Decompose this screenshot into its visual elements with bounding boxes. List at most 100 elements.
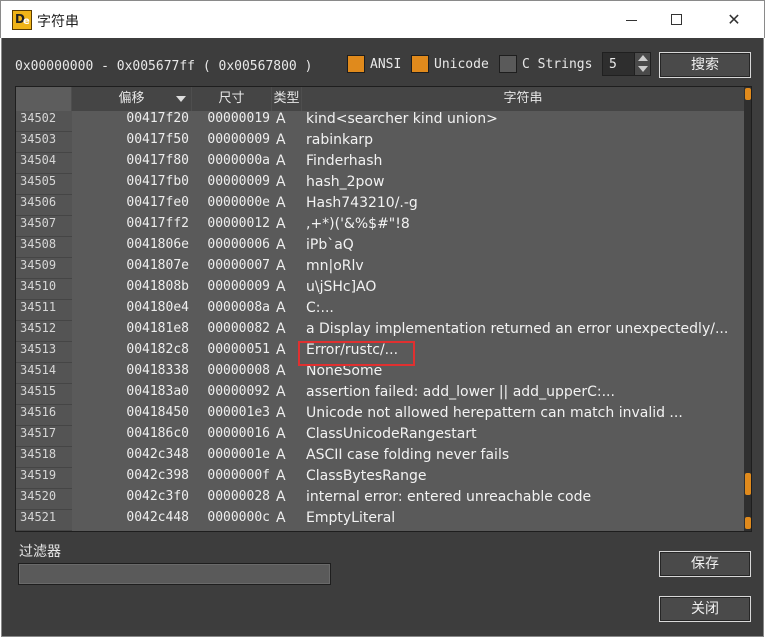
close-button[interactable]: 关闭 [659, 596, 751, 622]
minimize-button[interactable] [609, 1, 655, 39]
row-number-cell: 34518 [16, 447, 72, 468]
type-cell: A [276, 111, 286, 127]
offset-cell: 004183a0 [126, 384, 189, 399]
row-number-cell: 34512 [16, 321, 72, 342]
size-cell: 00000007 [207, 258, 270, 273]
row-number-cell: 34513 [16, 342, 72, 363]
table-row[interactable]: 34512 004181e8 00000082 Aa Display implemen… [16, 321, 744, 342]
header-string[interactable]: 字符串 [302, 87, 744, 111]
row-number-cell: 34521 [16, 510, 72, 531]
maximize-button[interactable] [655, 1, 701, 39]
offset-cell: 0042c398 [126, 468, 189, 483]
string-cell: ,+*)('&%$#"!8 [306, 216, 410, 232]
offset-cell: 00417fe0 [126, 195, 189, 210]
table-row[interactable]: 34518 0042c348 0000001e A ASCII case folding… [16, 447, 744, 468]
table-row[interactable]: 34511 004180e4 0000008a A C:... [16, 300, 744, 321]
offset-cell: 004186c0 [126, 426, 189, 441]
table-row[interactable]: 34515 004183a0 00000092 Aassertion failed: … [16, 384, 744, 405]
spin-down-icon[interactable] [638, 66, 648, 72]
size-cell: 0000000e [207, 195, 270, 210]
table-row[interactable]: 34514 00418338 00000008 A NoneSome [16, 363, 744, 384]
table-row[interactable]: 34508 0041806e 00000006 AiPb`aQ [16, 237, 744, 258]
row-number-cell: 34517 [16, 426, 72, 447]
scroll-down-icon[interactable] [745, 517, 751, 529]
string-cell: u\jSHc]AO [306, 279, 377, 295]
save-button[interactable]: 保存 [659, 551, 751, 577]
header-offset[interactable]: 偏移 [72, 87, 192, 111]
window-title: 字符串 [37, 14, 79, 30]
table-row[interactable]: 34521 0042c448 0000000c A EmptyLiteral [16, 510, 744, 531]
size-cell: 00000019 [207, 111, 270, 126]
table-row[interactable]: 34519 0042c398 0000000f A ClassBytesRange [16, 468, 744, 489]
size-cell: 00000008 [207, 363, 270, 378]
spin-arrows[interactable] [634, 53, 650, 75]
table-row[interactable]: 34507 00417ff2 00000012 A ,+*)('&%$#"!8 [16, 216, 744, 237]
table-row[interactable]: 34503 00417f50 00000009 Arabinkarp [16, 132, 744, 153]
close-icon: ✕ [727, 10, 741, 29]
row-number-cell: 34516 [16, 405, 72, 426]
size-cell: 00000028 [207, 489, 270, 504]
header-type[interactable]: 类型 [272, 87, 302, 111]
table-row[interactable]: 34520 0042c3f0 00000028 Ainternal error: en… [16, 489, 744, 510]
search-button[interactable]: 搜索 [659, 52, 751, 78]
row-number-cell: 34507 [16, 216, 72, 237]
header-size[interactable]: 尺寸 [192, 87, 272, 111]
string-cell: a Display implementation returned an err… [306, 321, 729, 337]
string-cell: NoneSome [306, 363, 383, 379]
table-row[interactable]: 34502 00417f20 00000019 Akind<searcher kind… [16, 111, 744, 132]
string-cell: iPb`aQ [306, 237, 354, 253]
vertical-scrollbar[interactable] [744, 87, 751, 531]
size-cell: 0000000f [207, 468, 270, 483]
offset-cell: 00417f20 [126, 111, 189, 126]
table-row[interactable]: 34509 0041807e 00000007 Amn|oRlv [16, 258, 744, 279]
size-cell: 00000012 [207, 216, 270, 231]
c-strings-label: C Strings [522, 57, 593, 72]
type-cell: A [276, 426, 286, 442]
header-row-number[interactable] [16, 87, 72, 111]
minimize-icon [626, 20, 637, 21]
type-cell: A [276, 489, 286, 505]
type-cell: A [276, 279, 286, 295]
size-cell: 00000092 [207, 384, 270, 399]
size-cell: 000001e3 [207, 405, 270, 420]
ansi-checkbox[interactable] [347, 55, 365, 73]
table-row[interactable]: 34505 00417fb0 00000009 Ahash_2pow [16, 174, 744, 195]
scroll-up-icon[interactable] [745, 88, 751, 100]
unicode-checkbox[interactable] [411, 55, 429, 73]
spin-up-icon[interactable] [638, 55, 648, 61]
table-row[interactable]: 34506 00417fe0 0000000e A Hash743210/.-g [16, 195, 744, 216]
filter-input[interactable] [18, 563, 331, 585]
type-cell: A [276, 216, 286, 232]
min-length-value[interactable]: 5 [609, 57, 617, 72]
type-cell: A [276, 153, 286, 169]
string-cell: ClassUnicodeRangestart [306, 426, 477, 442]
app-logo-icon: D e [12, 10, 32, 30]
type-cell: A [276, 321, 286, 337]
scroll-thumb[interactable] [745, 473, 751, 495]
size-cell: 00000009 [207, 132, 270, 147]
table-row[interactable]: 34517 004186c0 00000016 A ClassUnicodeRanges… [16, 426, 744, 447]
row-number-cell: 34515 [16, 384, 72, 405]
type-cell: A [276, 195, 286, 211]
string-cell: Error/rustc/... [306, 342, 399, 358]
string-cell: Finderhash [306, 153, 383, 169]
row-number-cell: 34502 [16, 111, 72, 132]
app-logo-letter-2: e [23, 16, 30, 27]
string-cell: internal error: entered unreachable code [306, 489, 592, 505]
c-strings-checkbox[interactable] [499, 55, 517, 73]
size-cell: 00000009 [207, 279, 270, 294]
size-cell: 0000000a [207, 153, 270, 168]
table-row[interactable]: 34513 004182c8 00000051 A Error/rustc/... [16, 342, 744, 363]
row-number-cell: 34510 [16, 279, 72, 300]
close-window-button[interactable]: ✕ [711, 1, 757, 39]
offset-cell: 0042c348 [126, 447, 189, 462]
table-row[interactable]: 34504 00417f80 0000000a A Finderhash [16, 153, 744, 174]
table-row[interactable]: 34510 0041808b 00000009 Au\jSHc]AO [16, 279, 744, 300]
min-length-spinbox[interactable]: 5 [602, 52, 651, 76]
row-number-cell: 34506 [16, 195, 72, 216]
title-bar: D e 字符串 ✕ [0, 0, 765, 38]
string-cell: assertion failed: add_lower || add_upper… [306, 384, 615, 400]
offset-cell: 0042c3f0 [126, 489, 189, 504]
strings-dialog: 0x00000000 - 0x005677ff ( 0x00567800 ) A… [1, 38, 764, 637]
table-row[interactable]: 34516 00418450 000001e3 A Unicode not allowe… [16, 405, 744, 426]
